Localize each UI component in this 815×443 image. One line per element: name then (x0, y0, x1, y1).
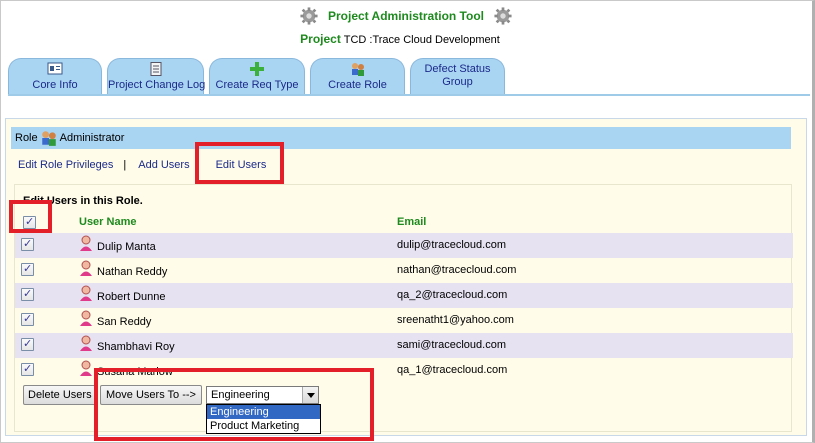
move-target-select[interactable]: Engineering (206, 386, 319, 404)
user-email: sreenatht1@yahoo.com (397, 314, 514, 326)
user-icon (80, 235, 92, 251)
user-email: dulip@tracecloud.com (397, 239, 506, 251)
users-icon (351, 63, 364, 76)
role-subnav: Edit Role Privileges | Add Users Edit Us… (18, 159, 266, 171)
tab-defect-status-group[interactable]: Defect Status Group (410, 58, 505, 94)
user-email: sami@tracecloud.com (397, 339, 506, 351)
user-email: qa_2@tracecloud.com (397, 289, 508, 301)
row-checkbox[interactable] (21, 237, 34, 251)
table-row: Dulip Manta dulip@tracecloud.com (15, 233, 793, 258)
project-row: Project TCD :Trace Cloud Development (0, 32, 800, 46)
user-email: qa_1@tracecloud.com (397, 364, 508, 376)
user-icon (80, 360, 92, 376)
gear-icon (300, 7, 318, 25)
role-name: Administrator (59, 132, 125, 144)
role-label: Role (15, 132, 38, 144)
users-table: Dulip Manta dulip@tracecloud.com Nathan … (15, 233, 793, 383)
user-name: Shambhavi Roy (97, 341, 175, 353)
table-row: San Reddy sreenatht1@yahoo.com (15, 308, 793, 333)
tab-label: Project Change Log (108, 79, 206, 91)
tab-project-change-log[interactable]: Project Change Log (107, 58, 206, 94)
user-icon (80, 310, 92, 326)
edit-role-privileges-link[interactable]: Edit Role Privileges (18, 159, 113, 171)
user-name: Nathan Reddy (97, 266, 168, 278)
add-users-link[interactable]: Add Users (138, 159, 189, 171)
delete-users-button[interactable]: Delete Users (23, 385, 97, 405)
green-plus-icon (250, 62, 264, 76)
user-email: nathan@tracecloud.com (397, 264, 517, 276)
nav-separator: | (123, 159, 127, 171)
dropdown-option-product-marketing[interactable]: Product Marketing (207, 419, 320, 433)
user-name: San Reddy (97, 316, 152, 328)
user-icon (80, 335, 92, 351)
document-icon (150, 62, 161, 76)
id-card-icon (47, 62, 63, 75)
dropdown-option-engineering[interactable]: Engineering (207, 405, 320, 419)
table-row: Nathan Reddy nathan@tracecloud.com (15, 258, 793, 283)
tab-label: Create Req Type (215, 79, 299, 91)
chevron-down-icon[interactable] (302, 387, 318, 403)
user-name: Robert Dunne (97, 291, 166, 303)
edit-users-link[interactable]: Edit Users (216, 159, 267, 171)
row-checkbox[interactable] (21, 287, 34, 301)
table-header: User Name Email (15, 214, 793, 231)
section-title: Edit Users in this Role. (23, 195, 143, 207)
project-value: TCD :Trace Cloud Development (343, 34, 500, 46)
tab-create-req-type[interactable]: Create Req Type (209, 58, 305, 94)
tab-core-info[interactable]: Core Info (8, 58, 102, 94)
users-icon (41, 131, 56, 146)
col-email: Email (397, 216, 427, 228)
tab-create-role[interactable]: Create Role (310, 58, 405, 94)
table-row: Robert Dunne qa_2@tracecloud.com (15, 283, 793, 308)
move-target-dropdown: Engineering Product Marketing (206, 404, 321, 434)
row-checkbox[interactable] (21, 362, 34, 376)
user-name: Susana Marlow (97, 366, 173, 378)
user-name: Dulip Manta (97, 241, 156, 253)
app-title: Project Administration Tool (327, 9, 484, 23)
tab-label: Core Info (32, 79, 78, 91)
row-checkbox[interactable] (21, 262, 34, 276)
role-header: Role Administrator (11, 127, 791, 149)
user-icon (80, 285, 92, 301)
move-users-button[interactable]: Move Users To --> (100, 385, 202, 405)
col-user-name: User Name (79, 216, 137, 228)
row-checkbox[interactable] (21, 337, 34, 351)
gear-icon (494, 7, 512, 25)
project-label: Project (300, 32, 341, 46)
title-row: Project Administration Tool (0, 5, 812, 27)
selected-value: Engineering (211, 389, 270, 401)
select-all-checkbox[interactable] (23, 215, 36, 229)
tab-label: Create Role (328, 79, 387, 91)
tab-label: Defect Status Group (424, 63, 491, 88)
row-checkbox[interactable] (21, 312, 34, 326)
table-row: Shambhavi Roy sami@tracecloud.com (15, 333, 793, 358)
tab-divider (8, 94, 810, 96)
user-icon (80, 260, 92, 276)
table-row: Susana Marlow qa_1@tracecloud.com (15, 358, 793, 383)
